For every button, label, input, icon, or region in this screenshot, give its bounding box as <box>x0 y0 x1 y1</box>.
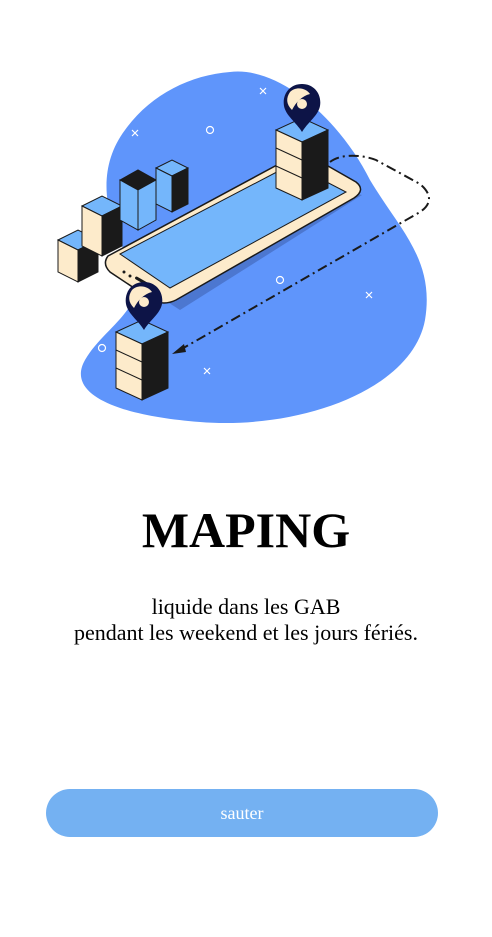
page-title: MAPING <box>141 502 351 558</box>
map-phone-illustration <box>56 71 430 424</box>
left-stack-icon <box>114 319 170 401</box>
skip-button[interactable]: sauter <box>46 789 438 837</box>
description-line-1: liquide dans les GAB <box>151 594 341 619</box>
description-line-2: pendant les weekend et les jours fériés. <box>74 620 418 645</box>
page-description: liquide dans les GAB pendant les weekend… <box>0 594 492 646</box>
